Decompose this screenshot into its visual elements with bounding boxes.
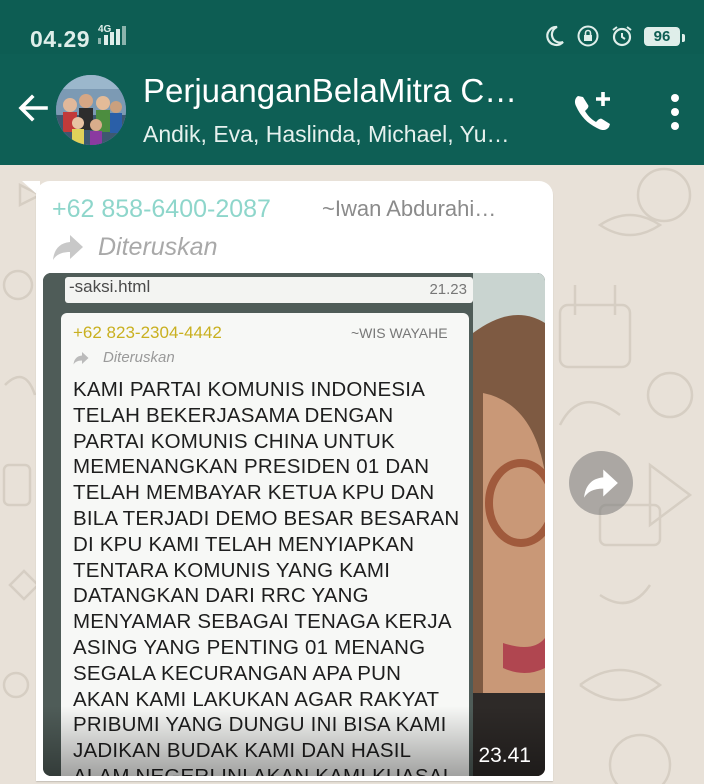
back-arrow-icon[interactable] (14, 88, 54, 128)
moon-icon (546, 25, 564, 47)
image-shade (43, 706, 545, 776)
inner-forwarded-icon (73, 352, 89, 365)
sender-phone[interactable]: +62 858-6400-2087 (52, 195, 271, 224)
inner-forwarded-label: Diteruskan (103, 349, 175, 366)
forwarded-icon (53, 235, 83, 260)
inner-link-strip: -saksi.html 21.23 (65, 277, 473, 303)
message-time: 23.41 (478, 744, 531, 767)
chat-title[interactable]: PerjuanganBelaMitra C… (143, 72, 543, 110)
status-icons: 96 (542, 22, 685, 50)
chat-header: PerjuanganBelaMitra C… Andik, Eva, Hasli… (0, 54, 704, 165)
group-avatar[interactable] (56, 75, 126, 145)
status-time: 04.29 (30, 26, 91, 52)
inner-sender-name: ~WIS WAYAHE (351, 325, 448, 341)
forward-icon (584, 469, 618, 498)
status-bar: 04.29 4G 96 (0, 0, 704, 54)
alarm-icon (612, 26, 632, 47)
sender-name: ~Iwan Abdurahi… (322, 196, 497, 221)
chat-members[interactable]: Andik, Eva, Haslinda, Michael, Yu… (143, 121, 543, 148)
signal-icon: 4G (98, 24, 134, 48)
battery-icon: 96 (644, 26, 685, 46)
forward-button[interactable] (569, 451, 633, 515)
add-call-icon[interactable] (568, 88, 616, 136)
inner-sender-phone: +62 823-2304-4442 (73, 323, 222, 342)
inner-link-time: 21.23 (429, 281, 467, 298)
message-image[interactable]: -saksi.html 21.23 +62 823-2304-4442 ~WIS… (43, 273, 545, 776)
lock-rotate-icon (577, 25, 599, 47)
inner-link-text: -saksi.html (69, 277, 151, 296)
forwarded-label: Diteruskan (98, 233, 218, 261)
more-vert-icon[interactable] (660, 88, 690, 136)
message-bubble[interactable]: +62 858-6400-2087 ~Iwan Abdurahi… Diteru… (36, 181, 553, 781)
